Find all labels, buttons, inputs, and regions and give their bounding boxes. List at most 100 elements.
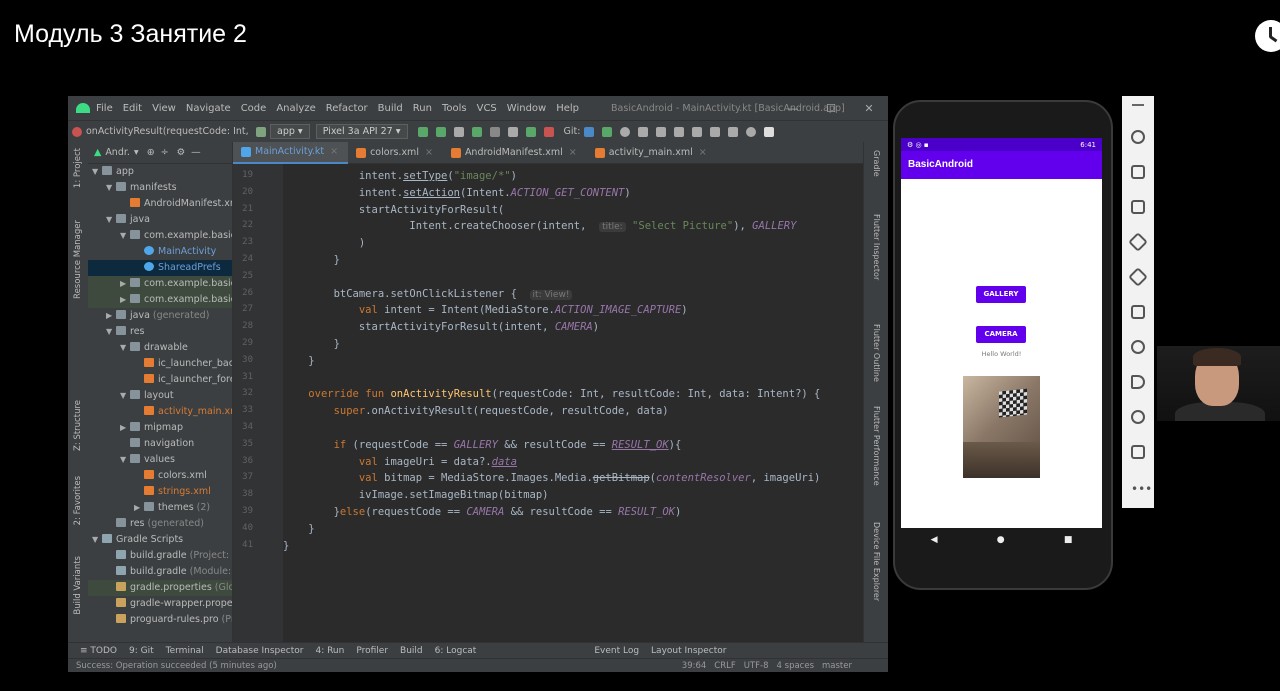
expand-arrow-icon[interactable]: ▶ [106,308,116,324]
tool-run[interactable]: 4: Run [315,646,344,656]
code-line[interactable]: val imageUri = data?.data [283,456,517,468]
tree-item[interactable]: MainActivity [88,244,232,260]
expand-arrow-icon[interactable]: ▼ [92,164,102,180]
rerun-icon[interactable] [453,126,464,137]
close-tab-icon[interactable]: × [330,141,338,163]
code-line[interactable]: val bitmap = MediaStore.Images.Media.get… [283,472,821,484]
tree-item[interactable]: ▼ com.example.basica [88,228,232,244]
code-line[interactable]: btCamera.setOnClickListener { it: View! [283,288,573,300]
tree-item[interactable]: build.gradle (Project: Ba [88,548,232,564]
overview-icon[interactable] [1131,445,1145,459]
close-tab-icon[interactable]: × [425,142,433,164]
tree-item[interactable]: ▶ com.example.basica [88,292,232,308]
editor-tab[interactable]: colors.xml × [348,142,443,164]
indent-setting[interactable]: 4 spaces [777,661,814,671]
tree-item[interactable]: strings.xml [88,484,232,500]
back-nav-icon[interactable] [1131,375,1145,389]
expand-arrow-icon[interactable]: ▼ [92,532,102,548]
menu-refactor[interactable]: Refactor [326,103,368,114]
code-editor[interactable]: intent.setType("image/*") intent.setActi… [283,164,863,642]
device-manager-icon[interactable] [710,126,721,137]
menu-help[interactable]: Help [556,103,579,114]
clock-icon[interactable] [1255,20,1280,52]
rotate-left-icon[interactable] [1128,232,1148,252]
tree-item[interactable]: ▶ java (generated) [88,308,232,324]
zoom-icon[interactable] [1131,340,1145,354]
tree-item[interactable]: AndroidManifest.xm [88,196,232,212]
tree-item[interactable]: ▶ themes (2) [88,500,232,516]
tool-structure[interactable]: Z: Structure [73,400,83,451]
git-commit-icon[interactable] [602,126,613,137]
code-line[interactable]: } [283,523,314,535]
editor-tab[interactable]: AndroidManifest.xml × [443,142,587,164]
avd-manager-icon[interactable] [674,126,685,137]
tool-flutter-inspector[interactable]: Flutter Inspector [872,214,881,280]
tool-project[interactable]: 1: Project [73,148,83,188]
hammer-icon[interactable] [256,126,266,137]
tool-layout-inspector[interactable]: Layout Inspector [651,646,726,656]
code-line[interactable]: Intent.createChooser(intent, title: "Sel… [283,220,796,233]
tool-resource-manager[interactable]: Resource Manager [73,220,83,299]
expand-arrow-icon[interactable]: ▼ [120,452,130,468]
power-icon[interactable] [1131,130,1145,144]
collapse-icon[interactable]: ÷ [161,147,169,158]
tool-logcat[interactable]: 6: Logcat [435,646,477,656]
project-view-select[interactable]: Andr. [105,147,130,158]
menu-file[interactable]: File [96,103,113,114]
tool-terminal[interactable]: Terminal [166,646,204,656]
locate-icon[interactable]: ⊕ [147,147,155,158]
history-icon[interactable] [620,126,631,137]
menu-vcs[interactable]: VCS [477,103,497,114]
code-line[interactable]: } [283,254,340,266]
menu-navigate[interactable]: Navigate [186,103,231,114]
tree-item[interactable]: ShareadPrefs [88,260,232,276]
module-select[interactable]: app ▾ [270,124,310,139]
expand-arrow-icon[interactable]: ▼ [106,180,116,196]
attach-icon[interactable] [489,126,500,137]
tree-item[interactable]: ▼ values [88,452,232,468]
code-line[interactable]: super.onActivityResult(requestCode, resu… [283,405,669,417]
close-icon[interactable]: ✕ [850,102,888,115]
tool-todo[interactable]: ≡ TODO [80,646,117,656]
code-line[interactable]: intent.setAction(Intent.ACTION_GET_CONTE… [283,187,631,199]
git-update-icon[interactable] [584,126,595,137]
line-separator[interactable]: CRLF [714,661,735,671]
tree-item[interactable]: ic_launcher_back [88,356,232,372]
rollback-icon[interactable] [638,126,649,137]
code-line[interactable]: }else(requestCode == CAMERA && resultCod… [283,506,682,518]
code-line[interactable]: startActivityForResult( [283,204,504,216]
tree-item[interactable]: ▼ res [88,324,232,340]
menu-build[interactable]: Build [378,103,403,114]
code-line[interactable]: ) [283,237,365,249]
tree-item[interactable]: build.gradle (Module: B [88,564,232,580]
close-tab-icon[interactable]: × [699,142,707,164]
tree-item[interactable]: proguard-rules.pro (Pro [88,612,232,628]
more-icon[interactable]: ••• [1131,482,1152,496]
tree-item[interactable]: ic_launcher_fore [88,372,232,388]
volume-up-icon[interactable] [1131,165,1145,179]
tree-item[interactable]: gradle-wrapper.properti [88,596,232,612]
expand-arrow-icon[interactable]: ▼ [106,324,116,340]
maximize-icon[interactable]: ☐ [812,102,850,115]
tool-favorites[interactable]: 2: Favorites [73,476,83,525]
expand-arrow-icon[interactable]: ▶ [120,276,130,292]
tool-database-inspector[interactable]: Database Inspector [216,646,304,656]
hide-icon[interactable]: — [191,147,201,158]
minimize-panel-icon[interactable] [1132,104,1144,106]
menu-view[interactable]: View [152,103,176,114]
tree-item[interactable]: activity_main.xm [88,404,232,420]
tree-item[interactable]: res (generated) [88,516,232,532]
home-icon[interactable]: ● [997,535,1005,545]
file-encoding[interactable]: UTF-8 [744,661,769,671]
tree-item[interactable]: ▶ mipmap [88,420,232,436]
tool-flutter-performance[interactable]: Flutter Performance [872,406,881,486]
tree-item[interactable]: ▼ java [88,212,232,228]
camera-button[interactable]: CAMERA [976,326,1026,343]
apply-changes-icon[interactable] [435,126,446,137]
code-line[interactable]: } [283,338,340,350]
volume-down-icon[interactable] [1131,200,1145,214]
close-tab-icon[interactable]: × [569,142,577,164]
gear-icon[interactable]: ⚙ [177,147,186,158]
tree-item[interactable]: colors.xml [88,468,232,484]
gallery-button[interactable]: GALLERY [976,286,1026,303]
